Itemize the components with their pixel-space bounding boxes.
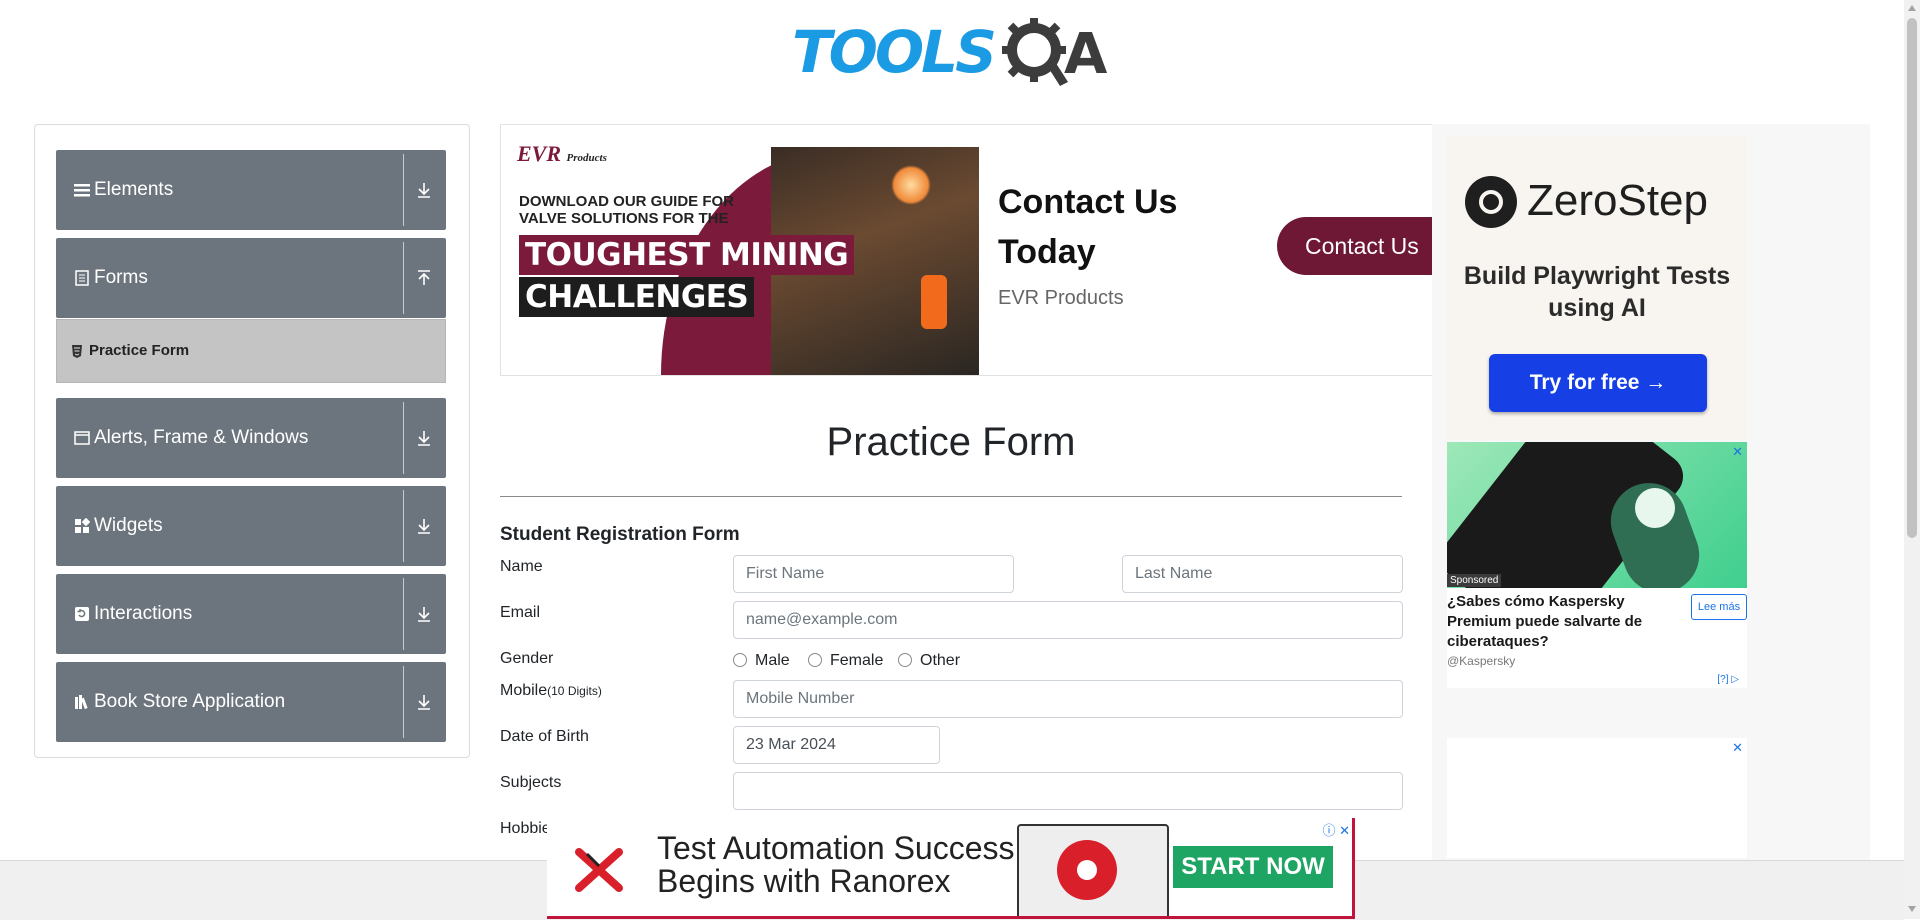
- ad-guide-text: DOWNLOAD OUR GUIDE FOR VALVE SOLUTIONS F…: [519, 193, 734, 227]
- window-icon: [74, 430, 90, 446]
- contact-us-button[interactable]: Contact Us: [1277, 217, 1433, 275]
- download-arrow-icon[interactable]: [410, 600, 438, 628]
- download-arrow-icon[interactable]: [410, 688, 438, 716]
- download-arrow-icon[interactable]: [410, 424, 438, 452]
- scrollbar-thumb[interactable]: [1907, 18, 1917, 538]
- books-icon: [74, 694, 90, 710]
- gender-radio-male[interactable]: Male: [733, 652, 790, 670]
- zerostep-tagline: Build Playwright Tests using AI: [1463, 262, 1731, 322]
- sidebar-group-elements[interactable]: Elements: [56, 150, 446, 230]
- toolsqa-logo[interactable]: TOOLS A: [792, 14, 1116, 90]
- page-title: Practice Form: [826, 420, 1076, 464]
- sidebar-group-label: Forms: [94, 267, 148, 288]
- worker-figure: [921, 275, 947, 329]
- gender-label: Gender: [500, 650, 554, 667]
- try-for-free-button[interactable]: Try for free →: [1489, 354, 1707, 412]
- sidebar-group-widgets[interactable]: Widgets: [56, 486, 446, 566]
- sidebar-item-practice-form[interactable]: Practice Form: [56, 319, 446, 383]
- sidebar-item-label: Practice Form: [89, 342, 190, 359]
- lee-mas-button[interactable]: Lee más: [1691, 594, 1747, 620]
- kaspersky-ad[interactable]: Sponsored ✕ ¿Sabes cómo Kaspersky Premiu…: [1447, 442, 1747, 688]
- divider: [403, 154, 404, 226]
- hamburger-icon: [74, 182, 90, 198]
- email-input[interactable]: name@example.com: [733, 601, 1403, 639]
- logo-text-tools: TOOLS: [792, 18, 997, 86]
- divider: [403, 490, 404, 562]
- ad-close-icon[interactable]: ✕: [1732, 444, 1743, 460]
- document-icon: [74, 270, 90, 286]
- ad-contact-title: Contact Us Today: [998, 183, 1178, 271]
- divider: [403, 666, 404, 738]
- gear-icon: [1002, 18, 1068, 86]
- date-of-birth-input[interactable]: 23 Mar 2024: [733, 726, 940, 764]
- ranorex-logo-icon: [575, 848, 623, 892]
- sidebar-group-alerts-frame-windows[interactable]: Alerts, Frame & Windows: [56, 398, 446, 478]
- toggle-knob: [1635, 488, 1675, 528]
- ad-headline-2: CHALLENGES: [519, 277, 755, 317]
- zerostep-logo-icon: [1465, 176, 1517, 228]
- ad-company-name: EVR Products: [998, 287, 1124, 309]
- sidebar-group-interactions[interactable]: Interactions: [56, 574, 446, 654]
- title-divider: [500, 496, 1402, 497]
- ad-image: EVR Products DOWNLOAD OUR GUIDE FOR VALV…: [501, 125, 979, 375]
- radio-circle[interactable]: [733, 653, 747, 667]
- ranorex-ad[interactable]: Test Automation Success Begins with Ranor…: [547, 818, 1355, 919]
- sponsored-label: Sponsored: [1447, 574, 1502, 587]
- mobile-input[interactable]: Mobile Number: [733, 680, 1403, 718]
- upload-arrow-icon[interactable]: [410, 264, 438, 292]
- widgets-icon: [74, 517, 91, 534]
- empty-ad-slot: ✕: [1447, 738, 1747, 858]
- interactions-icon: [74, 606, 90, 622]
- zerostep-name: ZeroStep: [1527, 176, 1708, 225]
- red-gear-icon: [1057, 840, 1117, 900]
- subjects-label: Subjects: [500, 774, 562, 791]
- divider: [403, 578, 404, 650]
- download-arrow-icon[interactable]: [410, 512, 438, 540]
- logo-text-a: A: [1064, 22, 1108, 87]
- html-icon: [71, 345, 83, 361]
- sidebar-group-label: Elements: [94, 179, 174, 200]
- dob-label: Date of Birth: [500, 728, 589, 745]
- start-now-button[interactable]: START NOW: [1173, 846, 1333, 888]
- download-arrow-icon[interactable]: [410, 176, 438, 204]
- radio-circle[interactable]: [898, 653, 912, 667]
- zerostep-ad[interactable]: ZeroStep Build Playwright Tests using AI…: [1447, 136, 1747, 440]
- last-name-input[interactable]: Last Name: [1122, 555, 1403, 593]
- evr-products-ad[interactable]: EVR Products DOWNLOAD OUR GUIDE FOR VALV…: [500, 124, 1434, 376]
- ad-headline-1: TOUGHEST MINING: [519, 235, 855, 275]
- first-name-input[interactable]: First Name: [733, 555, 1014, 593]
- email-label: Email: [500, 604, 541, 621]
- sidebar-group-label: Widgets: [94, 515, 163, 536]
- sidebar-group-label: Interactions: [94, 603, 193, 624]
- scroll-down-arrow-icon[interactable]: [1908, 906, 1916, 912]
- sidebar-group-label: Alerts, Frame & Windows: [94, 427, 309, 448]
- page-scrollbar[interactable]: [1904, 0, 1920, 919]
- kaspersky-source: @Kaspersky: [1447, 654, 1516, 668]
- kaspersky-headline[interactable]: ¿Sabes cómo Kaspersky Premium puede salv…: [1447, 592, 1687, 652]
- ad-choices-icon[interactable]: ⓘ ✕: [1322, 820, 1350, 839]
- ranorex-headline: Test Automation Success Begins with Ranor…: [657, 830, 1015, 899]
- ad-info-icon[interactable]: [?] ▷: [1717, 674, 1739, 685]
- scroll-up-arrow-icon[interactable]: [1908, 5, 1916, 11]
- sidebar: Elements Forms Practice Form Alerts, Fra…: [34, 124, 470, 758]
- sidebar-group-book-store-application[interactable]: Book Store Application: [56, 662, 446, 742]
- sidebar-group-label: Book Store Application: [94, 691, 286, 712]
- gender-radio-female[interactable]: Female: [808, 652, 883, 670]
- form-section-title: Student Registration Form: [500, 524, 740, 545]
- divider: [403, 242, 404, 314]
- subjects-input[interactable]: [733, 772, 1403, 810]
- sidebar-group-forms[interactable]: Forms: [56, 238, 446, 318]
- light-flare: [891, 165, 931, 205]
- mobile-label: Mobile(10 Digits): [500, 682, 602, 699]
- ad-close-icon[interactable]: ✕: [1732, 740, 1743, 756]
- divider: [403, 402, 404, 474]
- gender-radio-other[interactable]: Other: [898, 652, 960, 670]
- ad-brand-logo: EVR Products: [517, 141, 607, 166]
- kaspersky-ad-image: Sponsored ✕: [1447, 442, 1747, 588]
- radio-circle[interactable]: [808, 653, 822, 667]
- name-label: Name: [500, 558, 543, 575]
